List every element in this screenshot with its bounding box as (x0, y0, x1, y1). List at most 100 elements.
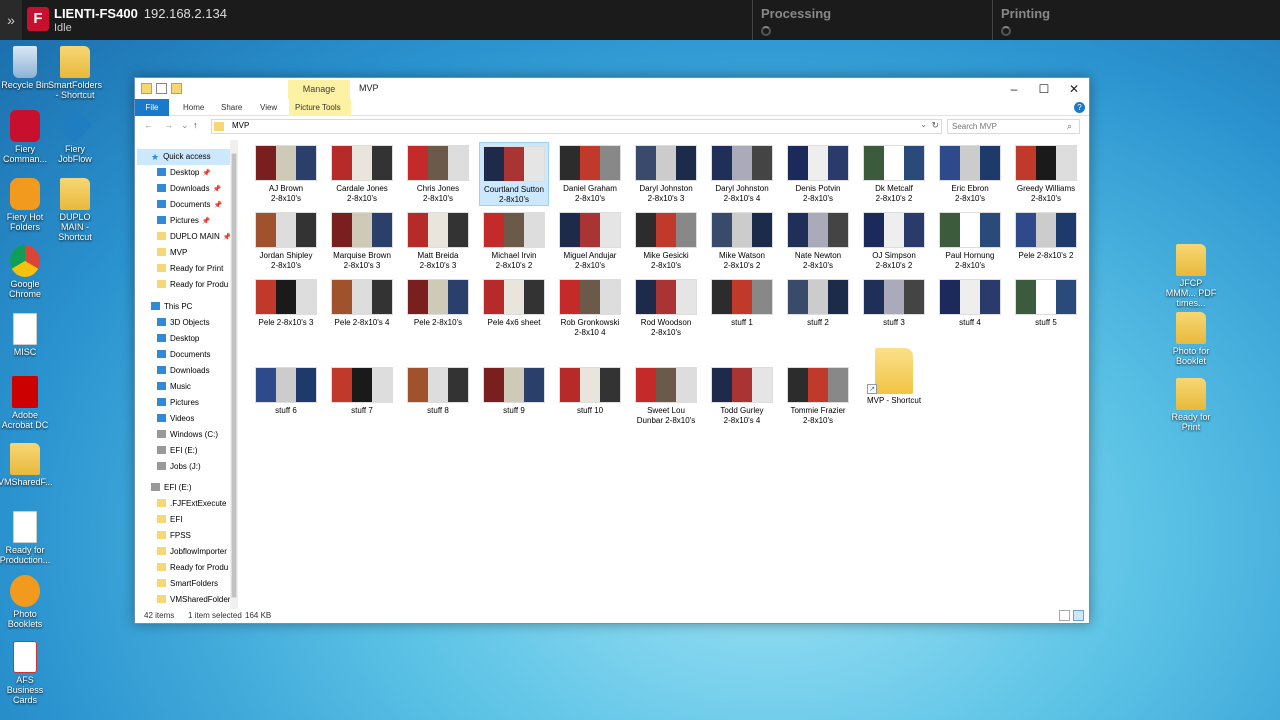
file-item[interactable]: stuff 6 (251, 364, 321, 428)
back-icon[interactable]: ← (144, 120, 153, 130)
desktop-icon-photo-booklets[interactable]: Photo Booklets (0, 575, 52, 629)
nav-item-mvp[interactable]: MVP (157, 245, 187, 261)
desktop-icon-ready-for-production[interactable]: Ready for Production... (0, 511, 52, 565)
address-bar[interactable]: MVP ⌄ ↻ (211, 119, 942, 134)
nav-item-desktop[interactable]: Desktop (157, 331, 199, 347)
nav-scrollbar[interactable] (230, 140, 238, 609)
desktop-icon-smartfolders[interactable]: SmartFolders - Shortcut (48, 46, 102, 100)
nav-item-jobs-j[interactable]: Jobs (J:) (157, 459, 201, 475)
file-item[interactable]: Pele 2-8x10's 4 (327, 276, 397, 340)
desktop-icon-photo-for-booklet[interactable]: Photo for Booklet (1164, 312, 1218, 366)
nav-item-videos[interactable]: Videos (157, 411, 194, 427)
file-item[interactable]: stuff 10 (555, 364, 625, 428)
nav-item-pictures[interactable]: Pictures (157, 395, 199, 411)
nav-item-desktop[interactable]: Desktop 📌 (157, 165, 211, 181)
desktop-icon-afs-business-cards[interactable]: AFS Business Cards (0, 641, 52, 705)
manage-tab[interactable]: Manage (288, 80, 350, 99)
forward-icon[interactable]: → (164, 120, 173, 130)
nav-item-3d-objects[interactable]: 3D Objects (157, 315, 210, 331)
nav-item-vmsharedfolder[interactable]: VMSharedFolder (157, 592, 230, 608)
desktop-icon-vmshared[interactable]: VMSharedF... (0, 443, 53, 487)
nav-item-jobflowimporter[interactable]: JobflowImporter (157, 544, 227, 560)
file-item[interactable]: Mike Gesicki 2-8x10's (631, 209, 701, 273)
file-item[interactable]: Daryl Johnston 2-8x10's 4 (707, 142, 777, 206)
file-item[interactable]: Todd Gurley 2-8x10's 4 (707, 364, 777, 428)
close-button[interactable]: ✕ (1059, 81, 1089, 97)
desktop-icon-jfcp-pdf[interactable]: JFCP MMM... PDF times... (1164, 244, 1218, 308)
desktop-icon-fiery-hot-folders[interactable]: Fiery Hot Folders (0, 178, 52, 232)
folder-icon[interactable] (141, 83, 152, 94)
nav-item-ready-for-produ[interactable]: Ready for Produ (157, 560, 228, 576)
nav-item-music[interactable]: Music (157, 379, 191, 395)
desktop-icon-misc[interactable]: MISC (0, 313, 52, 357)
refresh-icon[interactable]: ↻ (931, 120, 939, 131)
file-item[interactable]: stuff 7 (327, 364, 397, 428)
recent-locations-icon[interactable]: ⌄ (181, 120, 189, 131)
file-item[interactable]: Dk Metcalf 2-8x10's 2 (859, 142, 929, 206)
nav-item-documents[interactable]: Documents (157, 347, 210, 363)
help-icon[interactable]: ? (1074, 102, 1085, 113)
pin-icon[interactable]: 📌 (202, 218, 211, 225)
desktop-icon-ready-for-print[interactable]: Ready for Print (1164, 378, 1218, 432)
tab-view[interactable]: View (254, 99, 283, 116)
nav-item-downloads[interactable]: Downloads (157, 363, 210, 379)
file-item[interactable]: stuff 8 (403, 364, 473, 428)
file-item[interactable]: Nate Newton 2-8x10's (783, 209, 853, 273)
maximize-button[interactable]: ☐ (1029, 81, 1059, 97)
desktop-icon-chrome[interactable]: Google Chrome (0, 245, 52, 299)
nav-item-fjfextexecute[interactable]: .FJFExtExecute (157, 496, 226, 512)
scrollbar-thumb[interactable] (231, 153, 237, 598)
desktop-icon-fiery-jobflow[interactable]: Fiery JobFlow (48, 108, 102, 164)
nav-item-pictures[interactable]: Pictures 📌 (157, 213, 211, 229)
file-item[interactable]: Matt Breida 2-8x10's 3 (403, 209, 473, 273)
file-item[interactable]: Daryl Johnston 2-8x10's 3 (631, 142, 701, 206)
file-item[interactable]: Eric Ebron 2-8x10's (935, 142, 1005, 206)
desktop-icon-fiery-command[interactable]: Fiery Comman... (0, 110, 52, 164)
file-item[interactable]: stuff 3 (859, 276, 929, 340)
pin-icon[interactable]: 📌 (202, 170, 211, 177)
nav-item-smartfolders[interactable]: SmartFolders (157, 576, 218, 592)
nav-item-efi-e[interactable]: EFI (E:) (151, 480, 192, 496)
file-item[interactable]: Denis Potvin 2-8x10's (783, 142, 853, 206)
file-item[interactable]: stuff 5 (1011, 276, 1081, 340)
nav-item-windows-c[interactable]: Windows (C:) (157, 427, 218, 443)
file-item[interactable]: stuff 9 (479, 364, 549, 428)
nav-item-ready-for-produ[interactable]: Ready for Produ (157, 277, 228, 293)
nav-item-fpss[interactable]: FPSS (157, 528, 191, 544)
chevron-down-icon[interactable]: ⌄ (920, 120, 927, 129)
file-item[interactable]: stuff 2 (783, 276, 853, 340)
nav-item-efi[interactable]: EFI (157, 512, 182, 528)
tab-picture-tools[interactable]: Picture Tools (289, 99, 351, 116)
desktop-icon-acrobat[interactable]: Adobe Acrobat DC (0, 376, 52, 430)
file-item[interactable]: Marquise Brown 2-8x10's 3 (327, 209, 397, 273)
desktop-icon-duplo-main[interactable]: DUPLO MAIN - Shortcut (48, 178, 102, 242)
nav-item-efi-e[interactable]: EFI (E:) (157, 443, 198, 459)
file-item[interactable]: Courtland Sutton 2-8x10's (479, 142, 549, 206)
file-item[interactable]: Cardale Jones 2-8x10's (327, 142, 397, 206)
file-item[interactable]: AJ Brown 2-8x10's (251, 142, 321, 206)
properties-icon[interactable] (156, 83, 167, 94)
nav-item-quick-access[interactable]: ★ Quick access (137, 149, 232, 165)
file-item[interactable]: Mike Watson 2-8x10's 2 (707, 209, 777, 273)
nav-item-duplo-main[interactable]: DUPLO MAIN 📌 (157, 229, 232, 245)
file-item[interactable]: Tommie Frazier 2-8x10's (783, 364, 853, 428)
minimize-button[interactable]: – (999, 81, 1029, 97)
file-item[interactable]: Jordan Shipley 2-8x10's (251, 209, 321, 273)
file-item[interactable]: stuff 1 (707, 276, 777, 340)
tab-share[interactable]: Share (215, 99, 248, 116)
file-item[interactable]: Rob Gronkowski 2-8x10 4 (555, 276, 625, 340)
new-folder-icon[interactable] (171, 83, 182, 94)
file-item[interactable]: stuff 4 (935, 276, 1005, 340)
file-item[interactable]: Pele 2-8x10's (403, 276, 473, 340)
up-icon[interactable]: ↑ (193, 120, 198, 130)
file-item[interactable]: Rod Woodson 2-8x10's (631, 276, 701, 340)
search-input[interactable] (947, 119, 1080, 134)
file-item[interactable]: Miguel Andujar 2-8x10's (555, 209, 625, 273)
printing-queue[interactable]: Printing (992, 0, 1280, 40)
file-item[interactable]: Daniel Graham 2-8x10's (555, 142, 625, 206)
nav-item-ready-for-print[interactable]: Ready for Print (157, 261, 223, 277)
file-item[interactable]: OJ Simpson 2-8x10's 2 (859, 209, 929, 273)
desktop-icon-recycle-bin[interactable]: Recycle Bin (0, 46, 52, 90)
nav-item-this-pc[interactable]: This PC (151, 299, 192, 315)
file-item[interactable]: Greedy Williams 2-8x10's (1011, 142, 1081, 206)
